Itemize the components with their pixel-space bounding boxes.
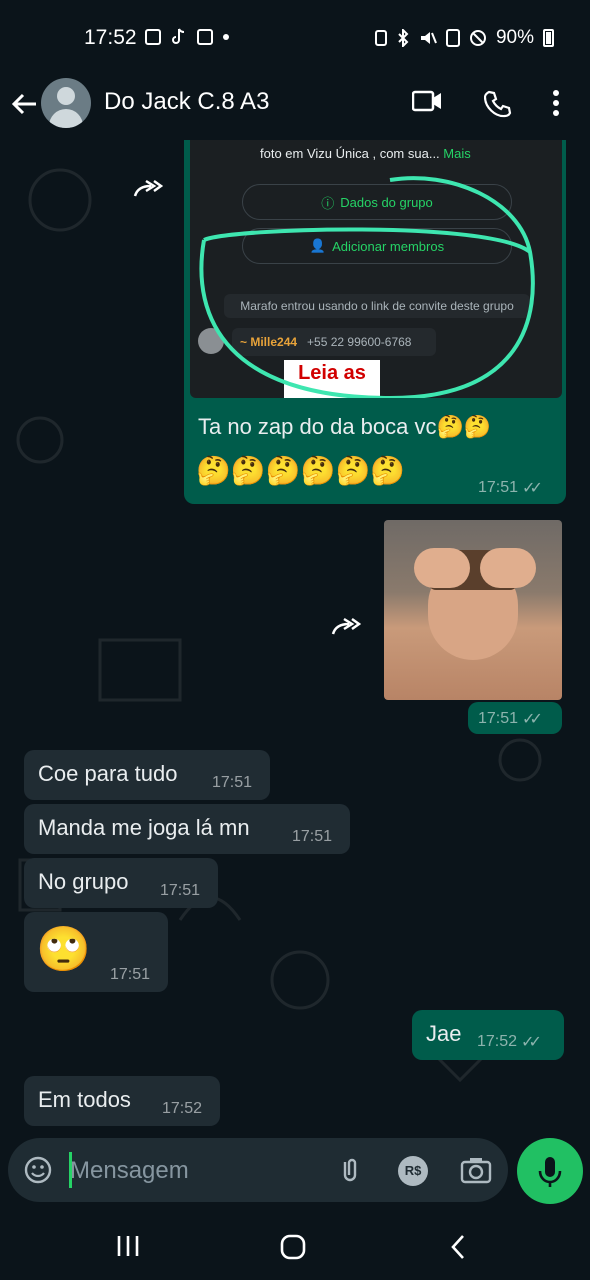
message-time: 17:51: [478, 479, 519, 496]
back-arrow-icon[interactable]: [10, 88, 38, 120]
battery-percent: 90%: [495, 27, 534, 48]
message-text: Coe para tudo: [38, 761, 178, 786]
status-right-icons: 90%: [374, 27, 554, 49]
message-bubble-in[interactable]: Em todos 17:52: [24, 1076, 220, 1126]
message-bubble-in[interactable]: 🙄 17:51: [24, 912, 168, 992]
message-time: 17:51: [212, 774, 253, 791]
camera-icon[interactable]: [460, 1156, 492, 1184]
mic-button[interactable]: [517, 1138, 583, 1204]
forwarded-screenshot[interactable]: foto em Vizu Única , com sua... Mais ⓘ D…: [190, 140, 562, 398]
forward-icon[interactable]: [133, 178, 163, 200]
system-nav-bar: [0, 1212, 590, 1280]
status-left-icons: [145, 28, 229, 46]
message-bubble-out[interactable]: foto em Vizu Única , com sua... Mais ⓘ D…: [184, 140, 566, 504]
cast-icon: [197, 29, 213, 45]
status-time: 17:52: [84, 26, 137, 49]
message-input-bar[interactable]: Mensagem R$: [8, 1138, 508, 1202]
read-ticks-icon: ✓✓: [522, 480, 543, 497]
back-nav-icon[interactable]: [450, 1234, 466, 1260]
message-bubble-in[interactable]: Manda me joga lá mn 17:51: [24, 804, 350, 854]
attach-icon[interactable]: [336, 1156, 364, 1184]
dnd-icon: [469, 30, 486, 46]
message-meta: 17:51 ✓✓: [478, 478, 543, 498]
message-time: 17:52: [162, 1100, 203, 1117]
message-bubble-in[interactable]: No grupo 17:51: [24, 858, 218, 908]
payment-icon[interactable]: R$: [398, 1156, 428, 1186]
message-time: 17:51: [110, 966, 151, 983]
battery-icon: [543, 29, 554, 47]
home-icon[interactable]: [280, 1234, 306, 1260]
contact-name[interactable]: Do Jack C.8 A3: [104, 88, 269, 116]
message-text: No grupo: [38, 869, 129, 894]
eye-roll-emoji: 🙄: [36, 925, 91, 974]
mute-icon: [420, 32, 437, 44]
baby-photo[interactable]: [384, 520, 562, 700]
image-meta-bubble: 17:51 ✓✓: [468, 702, 562, 734]
gallery-icon: [145, 29, 161, 45]
message-bubble-in[interactable]: Coe para tudo 17:51: [24, 750, 270, 800]
tiktok-icon: [172, 28, 185, 44]
more-options-icon[interactable]: [553, 90, 559, 116]
avatar[interactable]: [41, 78, 91, 128]
forward-icon[interactable]: [331, 616, 361, 638]
emoji-line: 🤔🤔🤔🤔🤔🤔: [196, 455, 406, 486]
phone-call-icon[interactable]: [484, 90, 512, 118]
emoji-icon[interactable]: [24, 1156, 52, 1184]
message-text: Em todos: [38, 1087, 131, 1112]
recents-icon[interactable]: [116, 1234, 140, 1258]
read-ticks-icon: ✓✓: [521, 1034, 542, 1051]
circle-annotation: [199, 176, 535, 398]
status-bar: 17:52 90%: [0, 0, 590, 76]
dot-icon: [223, 34, 229, 40]
message-text: Ta no zap do da boca vc🤔🤔: [198, 414, 492, 439]
nfc-icon: [445, 29, 460, 47]
bluetooth-icon: [398, 29, 409, 47]
message-text: Jae: [426, 1021, 462, 1046]
chat-area[interactable]: foto em Vizu Única , com sua... Mais ⓘ D…: [0, 140, 590, 1140]
message-time: 17:51: [160, 882, 201, 899]
sim-icon: [374, 30, 387, 46]
message-time: 17:51: [292, 828, 333, 845]
message-time: 17:52: [477, 1033, 518, 1050]
chat-header: Do Jack C.8 A3: [0, 76, 590, 140]
message-time: 17:51: [478, 710, 519, 727]
video-call-icon[interactable]: [412, 90, 442, 112]
message-input[interactable]: Mensagem: [70, 1157, 189, 1185]
read-ticks-icon: ✓✓: [522, 711, 543, 728]
message-bubble-out[interactable]: Jae 17:52 ✓✓: [412, 1010, 564, 1060]
mic-icon: [538, 1157, 562, 1187]
message-text: Manda me joga lá mn: [38, 815, 250, 840]
